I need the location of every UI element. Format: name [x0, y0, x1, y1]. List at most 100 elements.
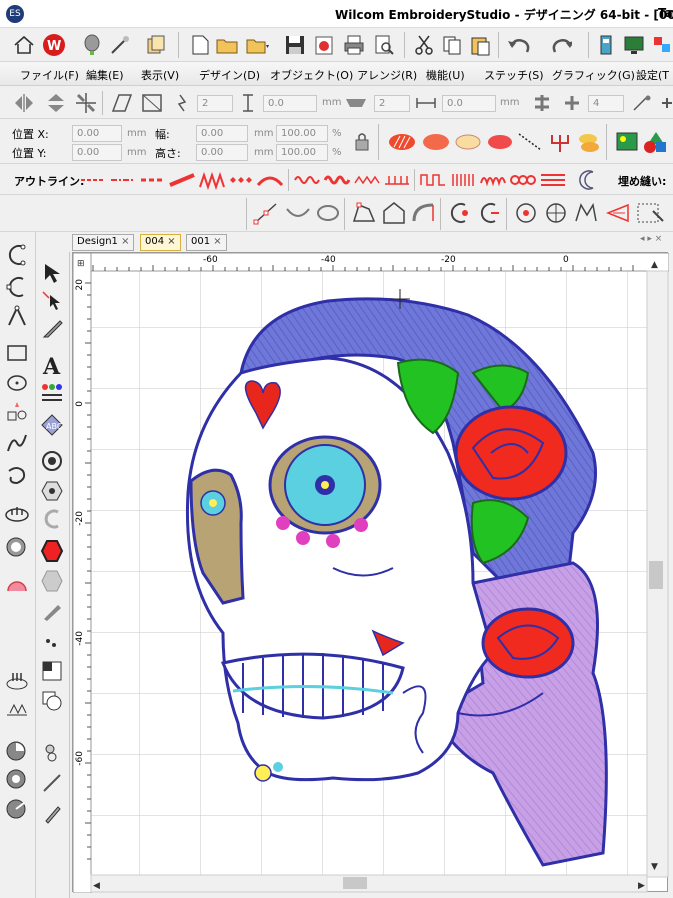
balloon-icon[interactable]	[80, 33, 104, 57]
add-icon[interactable]	[655, 91, 673, 115]
fringe-stitch-icon[interactable]	[448, 168, 478, 192]
outline-shape-icon[interactable]	[454, 130, 482, 154]
backtrack-stitch-icon[interactable]	[108, 168, 138, 192]
house-node-icon[interactable]	[380, 201, 408, 225]
redo-icon[interactable]	[548, 33, 572, 57]
print-icon[interactable]	[342, 33, 366, 57]
lettering-icon[interactable]: A	[39, 352, 65, 378]
stitch-angle-icon[interactable]	[4, 738, 30, 764]
zigzag-line-icon[interactable]	[198, 168, 226, 192]
copy-design-icon[interactable]	[144, 33, 168, 57]
satin-line-icon[interactable]	[168, 168, 196, 192]
spacing-vertical-icon[interactable]	[236, 91, 260, 115]
triple-run-icon[interactable]	[138, 168, 168, 192]
sequin-icon[interactable]	[4, 668, 30, 694]
bead-icon[interactable]	[4, 696, 30, 722]
machine-icon[interactable]	[594, 33, 618, 57]
monogram-icon[interactable]: ABC	[39, 412, 65, 438]
pattern-repeat-icon[interactable]	[344, 91, 368, 115]
spacing-horizontal-icon[interactable]	[414, 91, 438, 115]
star-point-icon[interactable]	[572, 201, 600, 225]
knife-icon[interactable]	[39, 316, 65, 342]
curve-icon[interactable]	[284, 201, 312, 225]
width-field[interactable]: 0.00	[196, 125, 248, 142]
zigzag-fine-icon[interactable]	[352, 168, 382, 192]
circle-tool-icon[interactable]	[314, 201, 342, 225]
mirror-vertical-icon[interactable]	[44, 91, 68, 115]
wave-stitch-icon[interactable]	[292, 168, 322, 192]
freehand-closed-icon[interactable]	[4, 462, 30, 488]
trident-icon[interactable]	[546, 130, 574, 154]
entry-point-icon[interactable]	[446, 201, 474, 225]
fish-icon[interactable]	[576, 130, 604, 154]
spool-icon[interactable]	[39, 740, 65, 766]
satin-stitch-icon[interactable]	[388, 130, 416, 154]
cut-icon[interactable]	[412, 33, 436, 57]
array-icon[interactable]	[560, 91, 584, 115]
contour-icon[interactable]	[39, 506, 65, 532]
scale-height-field[interactable]: 100.00	[276, 144, 328, 161]
closed-shape-icon[interactable]	[4, 304, 30, 330]
arc-stitch-icon[interactable]	[256, 168, 284, 192]
position-x-field[interactable]: 0.00	[72, 125, 122, 142]
hexagon-icon[interactable]	[39, 478, 65, 504]
diamond-stitch-icon[interactable]	[228, 168, 256, 192]
open-folder-icon[interactable]	[216, 33, 240, 57]
exit-point-icon[interactable]	[476, 201, 504, 225]
remove-overlap-icon[interactable]	[39, 688, 65, 714]
motif-run-icon[interactable]	[4, 766, 30, 792]
menu-view[interactable]: 表示(V)	[141, 67, 179, 83]
open-recent-icon[interactable]	[246, 33, 270, 57]
menu-function[interactable]: 機能(U)	[426, 67, 465, 83]
lace-icon[interactable]	[4, 572, 30, 598]
undo-icon[interactable]	[506, 33, 530, 57]
rectangle-tool-icon[interactable]	[4, 340, 30, 366]
close-icon[interactable]: ×	[121, 236, 129, 247]
menu-graphic[interactable]: グラフィック(G)	[552, 67, 635, 83]
contour-stitch-icon[interactable]	[486, 130, 514, 154]
reshape-line-icon[interactable]	[252, 201, 280, 225]
row-spacing-field[interactable]: 0.0	[442, 95, 496, 112]
arc-node-icon[interactable]	[410, 201, 438, 225]
picture-icon[interactable]	[614, 130, 640, 154]
save-icon[interactable]	[283, 33, 307, 57]
skew-icon[interactable]	[110, 91, 134, 115]
pen-tool-icon[interactable]	[39, 598, 65, 624]
fill-holes-icon[interactable]	[39, 658, 65, 684]
position-y-field[interactable]: 0.00	[72, 144, 122, 161]
stop-hexagon-icon[interactable]	[39, 538, 65, 564]
tab-scroll-arrows[interactable]: ◂ ▸ ×	[640, 234, 662, 244]
home-icon[interactable]	[12, 33, 36, 57]
spacing-field[interactable]: 0.0	[263, 95, 317, 112]
scale-icon[interactable]	[140, 91, 164, 115]
ellipse-tool-icon[interactable]	[4, 370, 30, 396]
stripe-stitch-icon[interactable]	[538, 168, 568, 192]
blanket-stitch-icon[interactable]	[382, 168, 412, 192]
appliqué-icon[interactable]	[4, 534, 30, 560]
select-object-icon[interactable]	[634, 201, 668, 225]
shapes-icon[interactable]	[642, 130, 670, 154]
menu-arrange[interactable]: アレンジ(R)	[357, 67, 417, 83]
thick-wave-icon[interactable]	[322, 168, 352, 192]
print-preview-icon[interactable]	[372, 33, 396, 57]
export-icon[interactable]	[312, 33, 336, 57]
tab-004[interactable]: 004 ×	[140, 234, 181, 251]
radial-center-icon[interactable]	[512, 201, 540, 225]
hoop-icon[interactable]	[4, 500, 30, 526]
menu-file[interactable]: ファイル(F)	[20, 67, 79, 83]
rotate-icon[interactable]	[74, 91, 98, 115]
copy-icon[interactable]	[440, 33, 464, 57]
wilcom-logo-icon[interactable]: W	[42, 33, 66, 57]
pen-nib-icon[interactable]	[39, 800, 65, 826]
scale-width-field[interactable]: 100.00	[276, 125, 328, 142]
menu-object[interactable]: オブジェクト(O)	[270, 67, 353, 83]
chain-stitch-icon[interactable]	[508, 168, 538, 192]
lock-proportions-icon[interactable]	[350, 130, 374, 154]
new-file-icon[interactable]	[188, 33, 212, 57]
menu-stitch[interactable]: ステッチ(S)	[484, 67, 544, 83]
menu-design[interactable]: デザイン(D)	[199, 67, 260, 83]
open-arc-icon[interactable]	[4, 274, 30, 300]
menu-edit[interactable]: 編集(E)	[86, 67, 124, 83]
kaleidoscope-icon[interactable]	[630, 91, 654, 115]
run-stitch-icon[interactable]	[78, 168, 108, 192]
